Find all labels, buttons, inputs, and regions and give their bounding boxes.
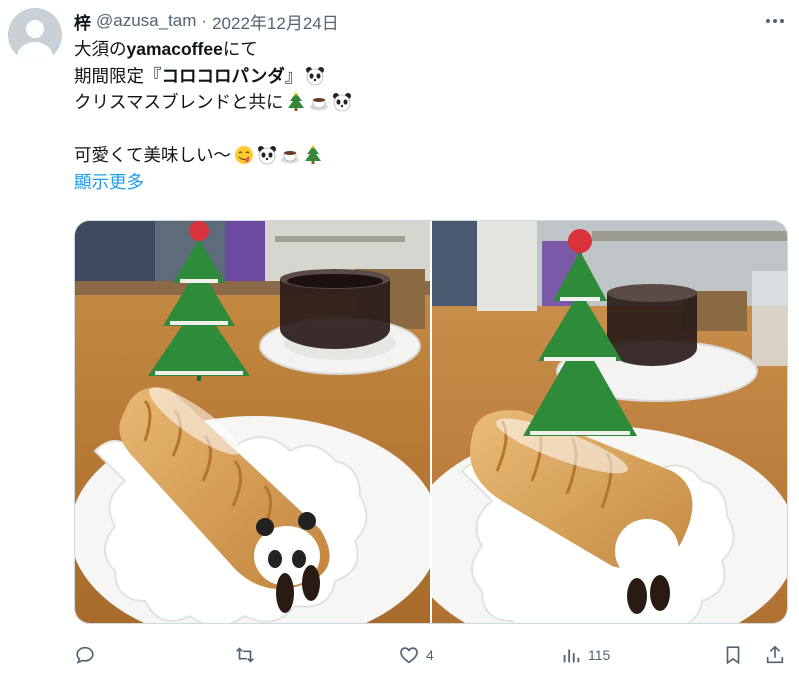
- views-count: 115: [588, 647, 611, 663]
- bookmark-button[interactable]: [722, 640, 744, 670]
- media-grid: [74, 220, 788, 624]
- tree-emoji: [304, 145, 321, 165]
- retweet-icon: [236, 647, 254, 663]
- separator-dot: ·: [201, 11, 208, 30]
- tweet-line-1: 大須の yamacoffee にて: [74, 36, 774, 63]
- retweet-button[interactable]: [234, 640, 262, 670]
- tweet-date[interactable]: 2022年12月24日: [212, 9, 339, 34]
- views-icon: [563, 649, 580, 663]
- tweet-line-2: 期間限定『 コロコロパンダ』: [74, 63, 774, 90]
- photo-2-illustration: [432, 221, 787, 623]
- more-icon-dot: [773, 19, 777, 23]
- tweet-line-4: 可愛くて美味しい〜: [74, 142, 774, 169]
- panda-emoji: [306, 66, 325, 86]
- text-bold-yamacoffee: yamacoffee: [126, 39, 223, 59]
- avatar-body-shape: [17, 42, 53, 62]
- share-icon: [766, 645, 784, 664]
- like-count: 4: [426, 647, 434, 663]
- panda-emoji: [257, 146, 276, 165]
- tweet-text: 大須の yamacoffee にて 期間限定『 コロコロパンダ』 クリスマスブレンドと…: [74, 36, 774, 195]
- reply-icon: [76, 646, 94, 664]
- display-name[interactable]: 梓: [74, 9, 91, 34]
- reply-button[interactable]: [74, 640, 102, 670]
- photo-1-illustration: [75, 221, 430, 623]
- text-bold-korokoro-panda: コロコロパンダ: [161, 65, 285, 86]
- text-segment: クリスマスブレンドと共に: [74, 92, 284, 112]
- more-icon-dot: [780, 19, 784, 23]
- tweet-photo-1[interactable]: [75, 221, 430, 623]
- like-button[interactable]: 4: [398, 640, 434, 670]
- share-button[interactable]: [764, 640, 786, 670]
- like-icon: [400, 647, 418, 664]
- coffee-emoji: [280, 151, 299, 164]
- tweet: 梓 @azusa_tam · 2022年12月24日 大須の yamacoffee…: [0, 0, 799, 681]
- tweet-line-3: クリスマスブレンドと共に: [74, 89, 774, 116]
- text-segment: 可愛くて美味しい〜: [74, 145, 231, 165]
- handle[interactable]: @azusa_tam: [96, 11, 196, 31]
- text-segment: にて: [222, 39, 258, 59]
- yum-emoji: [234, 146, 253, 165]
- coffee-emoji: [310, 98, 329, 111]
- action-bar: 4 115: [74, 640, 790, 670]
- avatar[interactable]: [8, 8, 62, 62]
- text-segment: 大須の: [74, 39, 127, 59]
- text-segment: 』: [284, 65, 303, 86]
- more-options-button[interactable]: [758, 10, 792, 32]
- panda-emoji: [333, 93, 352, 112]
- tree-emoji: [288, 92, 305, 112]
- show-more-link[interactable]: 顯示更多: [74, 169, 144, 196]
- show-more-row: 顯示更多: [74, 169, 774, 196]
- tweet-header: 梓 @azusa_tam · 2022年12月24日: [74, 9, 339, 34]
- avatar-head-shape: [26, 20, 44, 38]
- views-button[interactable]: 115: [560, 640, 610, 670]
- text-segment: 期間限定『: [74, 65, 162, 86]
- more-icon: [766, 19, 770, 23]
- tweet-photo-2[interactable]: [432, 221, 787, 623]
- bookmark-icon: [726, 646, 740, 665]
